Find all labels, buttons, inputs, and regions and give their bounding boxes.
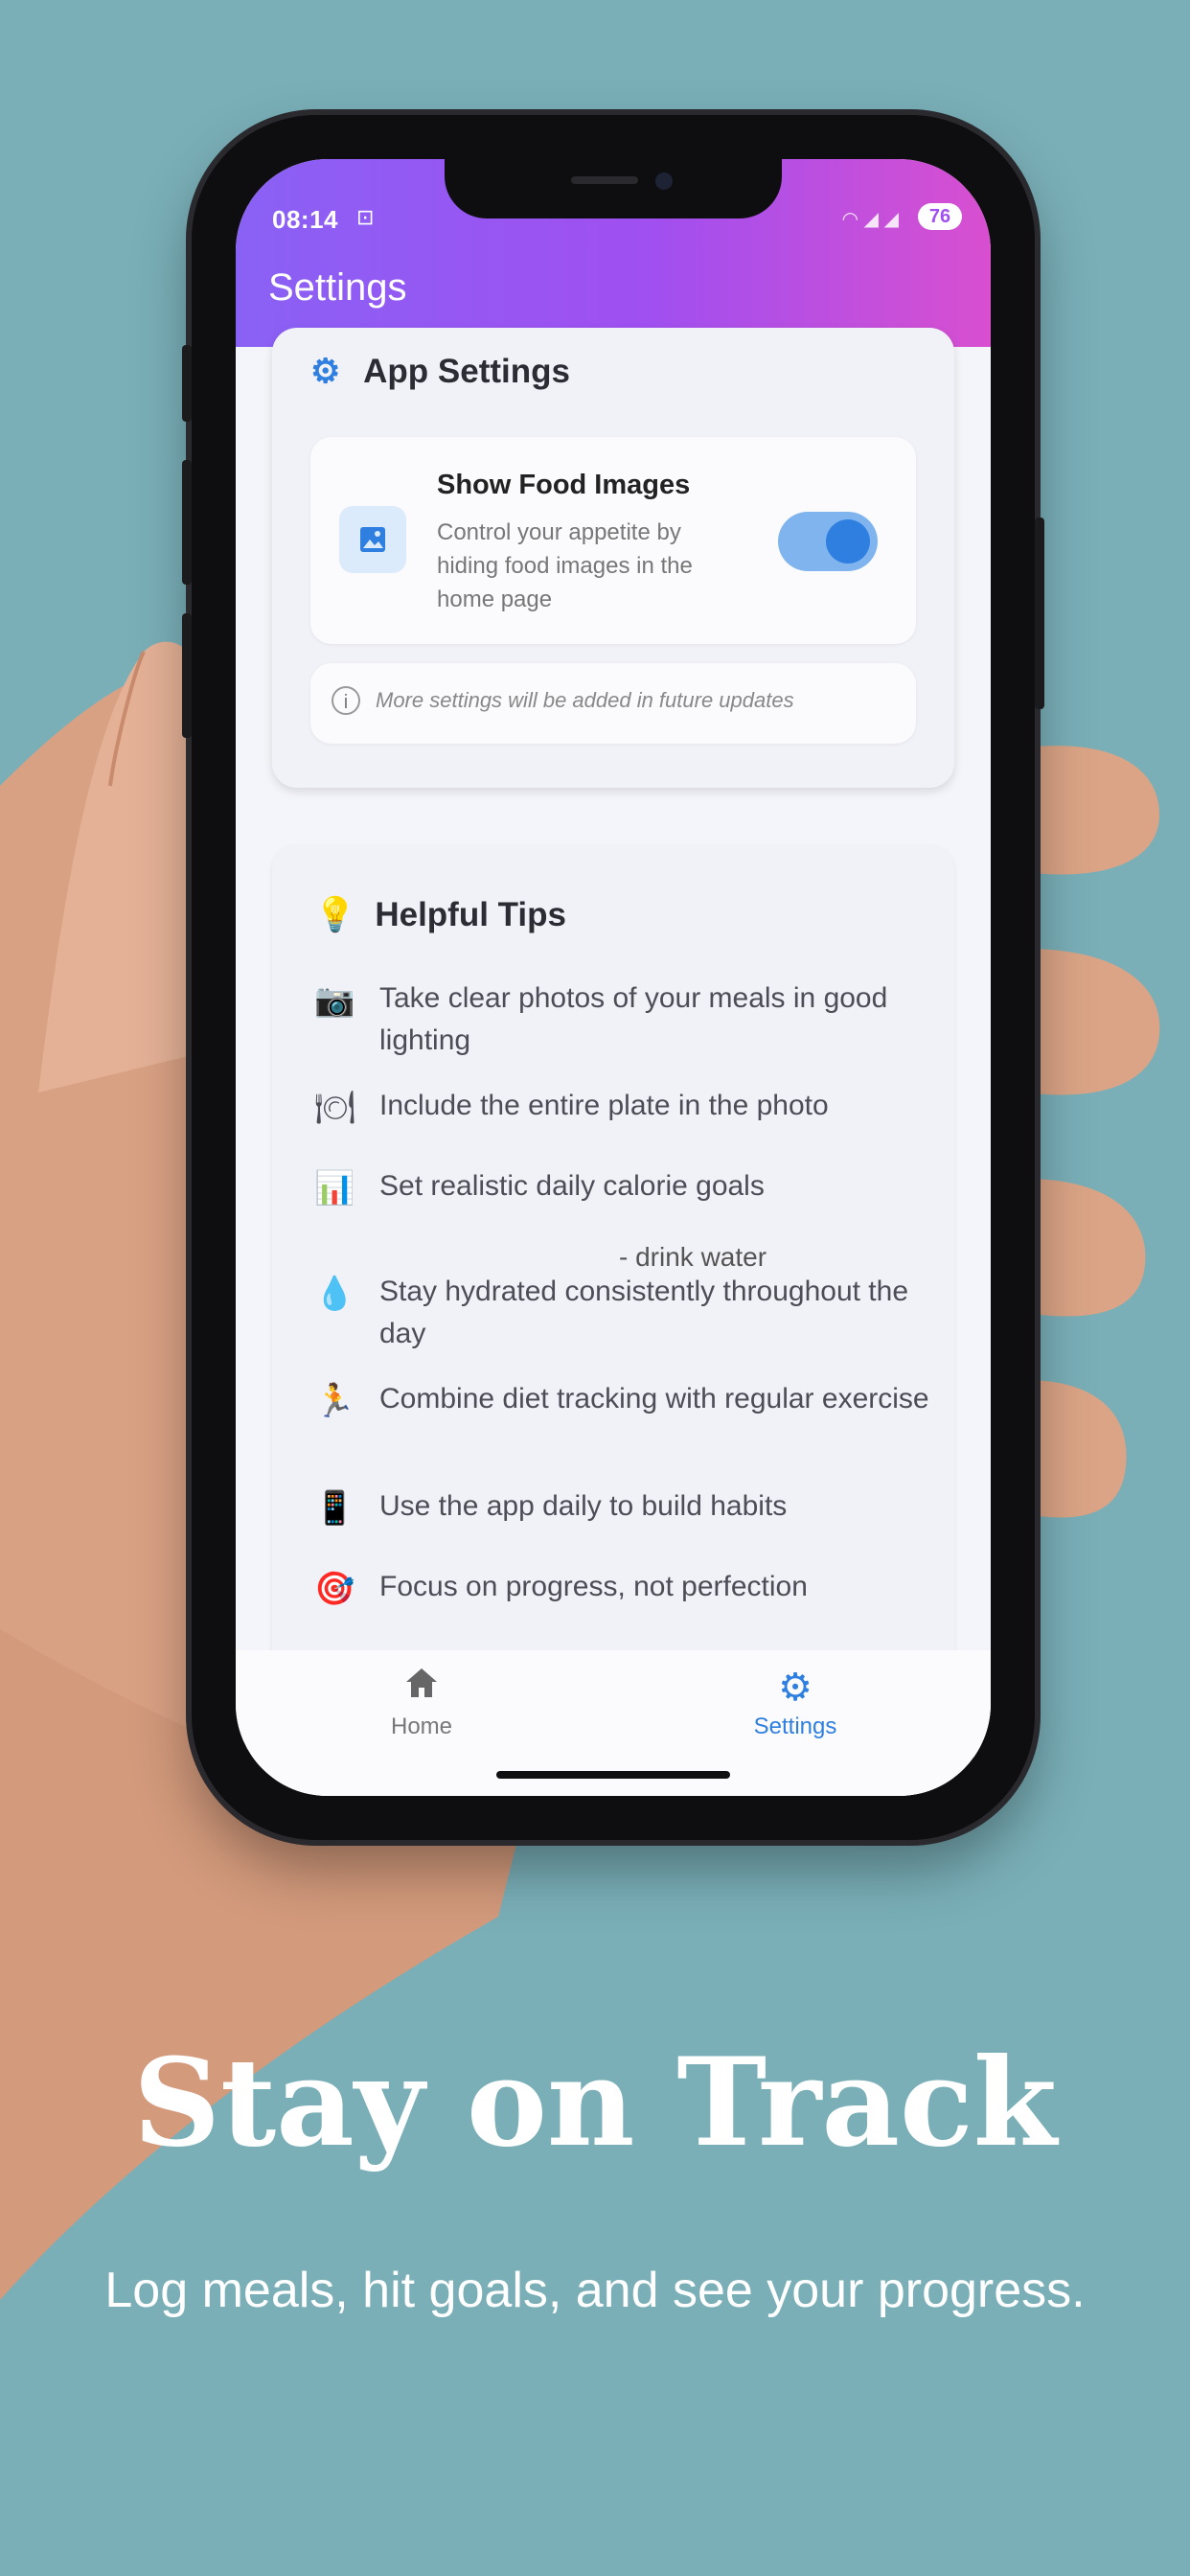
volume-down-button	[182, 613, 192, 738]
bar-chart-icon: 📊	[314, 1170, 355, 1207]
page-title: Settings	[268, 266, 407, 309]
show-food-images-title: Show Food Images	[437, 470, 691, 500]
gear-icon: ⚙	[310, 353, 341, 390]
toggle-knob	[826, 519, 870, 564]
nav-settings-label: Settings	[753, 1714, 837, 1739]
volume-up-button	[182, 460, 192, 585]
gear-icon: ⚙	[778, 1667, 812, 1709]
notch	[445, 159, 782, 218]
image-icon	[339, 506, 406, 573]
nav-home-label: Home	[390, 1714, 453, 1739]
lightbulb-icon: 💡	[314, 896, 356, 933]
promo-subline: Log meals, hit goals, and see your progr…	[104, 2263, 1086, 2318]
nav-settings[interactable]: ⚙ Settings	[699, 1664, 891, 1740]
screen-record-icon: ⊡	[356, 205, 375, 229]
tip-item: 📱 Use the app daily to build habits	[314, 1485, 947, 1530]
phone-frame: 08:14 ⊡ ◠ ◢ ◢ 76 Settings ⚙ App Settings	[182, 115, 1044, 1840]
running-icon: 🏃	[314, 1383, 355, 1419]
plate-icon: 🍽	[314, 1090, 356, 1126]
show-food-images-toggle[interactable]	[778, 512, 878, 571]
tip-item: 🎯 Focus on progress, not perfection	[314, 1566, 947, 1610]
target-icon: 🎯	[314, 1571, 355, 1607]
settings-content[interactable]: ⚙ App Settings Show Food Images Control …	[236, 328, 991, 1796]
tip-item: 💧 Stay hydrated consistently throughout …	[314, 1271, 947, 1357]
home-indicator[interactable]	[496, 1771, 730, 1779]
settings-note: i More settings will be added in future …	[310, 663, 916, 744]
helpful-tips-title: Helpful Tips	[375, 896, 566, 933]
tip-item: 📷 Take clear photos of your meals in goo…	[314, 978, 947, 1064]
nav-home[interactable]: Home	[326, 1664, 517, 1740]
overlay-note: - drink water	[619, 1242, 767, 1272]
phone-screen: 08:14 ⊡ ◠ ◢ ◢ 76 Settings ⚙ App Settings	[236, 159, 991, 1796]
phone-icon: 📱	[314, 1490, 355, 1527]
speaker	[571, 176, 638, 184]
app-settings-heading: ⚙ App Settings	[310, 353, 570, 391]
tip-item: 📊 Set realistic daily calorie goals	[314, 1165, 947, 1209]
helpful-tips-heading: 💡 Helpful Tips	[314, 895, 566, 934]
status-time: 08:14	[272, 205, 338, 234]
camera-icon: 📷	[314, 982, 355, 1019]
tip-item: 🍽 Include the entire plate in the photo	[314, 1085, 947, 1129]
tip-item: 🏃 Combine diet tracking with regular exe…	[314, 1378, 947, 1464]
settings-note-text: More settings will be added in future up…	[376, 688, 794, 712]
battery-badge: 76	[918, 203, 962, 230]
show-food-images-row[interactable]: Show Food Images Control your appetite b…	[310, 437, 916, 644]
water-drop-icon: 💧	[314, 1276, 355, 1312]
app-settings-card: ⚙ App Settings Show Food Images Control …	[272, 328, 954, 788]
power-button	[1035, 518, 1044, 709]
front-camera	[655, 172, 673, 190]
show-food-images-description: Control your appetite by hiding food ima…	[437, 519, 693, 612]
promo-headline: Stay on Track	[132, 2032, 1058, 2174]
mute-switch	[182, 345, 192, 422]
home-icon	[326, 1664, 517, 1712]
app-settings-title: App Settings	[363, 353, 570, 390]
signal-icons: ◠ ◢ ◢	[841, 209, 899, 230]
info-icon: i	[332, 686, 360, 715]
